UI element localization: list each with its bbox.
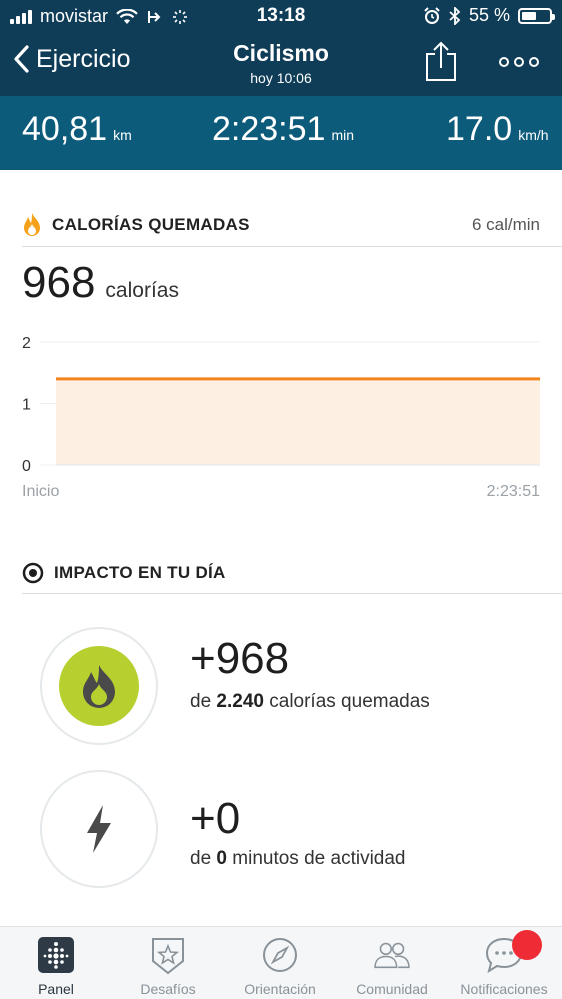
y-tick-label: 1 [22, 397, 31, 414]
flame-icon [83, 665, 115, 708]
duration-value: 2:23:51 [212, 110, 326, 148]
alarm-icon [424, 6, 440, 24]
minutes-impact-value: +0 [190, 794, 241, 843]
tab-desafios[interactable]: Desafíos [112, 935, 224, 997]
flame-icon [24, 213, 40, 236]
tab-label: Panel [38, 981, 74, 997]
tab-comunidad[interactable]: Comunidad [336, 935, 448, 997]
speed-stat: 17.0 km/h [446, 110, 549, 149]
divider [22, 593, 562, 594]
x-tick-label: Inicio [22, 483, 59, 500]
calories-section-header: CALORÍAS QUEMADAS 6 cal/min [22, 212, 540, 238]
y-tick-label: 2 [22, 335, 31, 352]
minutes-impact-icon-bg [59, 789, 139, 869]
share-icon [426, 41, 456, 81]
tab-panel[interactable]: Panel [0, 935, 112, 997]
series-area [56, 378, 540, 465]
minutes-impact-rest: minutos de actividad [232, 848, 406, 869]
nav-bar: Ejercicio Ciclismo hoy 10:06 [0, 32, 562, 96]
notification-badge [512, 930, 542, 960]
compass-icon [260, 935, 300, 975]
impact-section-header: IMPACTO EN TU DÍA [22, 562, 540, 584]
more-options-button[interactable] [496, 50, 542, 74]
tab-label: Desafíos [140, 981, 196, 997]
speed-value: 17.0 [446, 110, 513, 148]
calories-impact-value: +968 [190, 634, 290, 683]
impact-title-text: IMPACTO EN TU DÍA [54, 563, 226, 582]
battery-percent: 55 % [468, 5, 510, 25]
bluetooth-icon [449, 6, 461, 25]
tab-orientacion[interactable]: Orientación [224, 935, 336, 997]
speed-unit: km/h [518, 127, 549, 143]
challenges-star-icon [148, 935, 188, 975]
target-icon [22, 562, 44, 584]
calories-total-value: 968 [22, 258, 96, 307]
minutes-impact-goal: 0 [216, 848, 227, 869]
share-button[interactable] [424, 40, 458, 82]
calories-rate: 6 cal/min [471, 215, 540, 234]
community-icon [372, 935, 412, 975]
tab-label: Comunidad [356, 981, 428, 997]
minutes-impact-prefix: de [190, 848, 212, 869]
divider [22, 246, 562, 247]
calories-impact-prefix: de [190, 691, 212, 712]
minutes-impact-badge [40, 770, 158, 888]
calories-total: 968 calorías [22, 258, 179, 308]
more-dots-icon [499, 57, 539, 67]
y-tick-label: 0 [22, 458, 31, 475]
page-title: Ciclismo [233, 40, 329, 66]
bottom-tab-bar: Panel Desafíos Orientación Comunidad Not… [0, 926, 562, 999]
calories-section-title: CALORÍAS QUEMADAS [22, 212, 250, 238]
tab-label: Orientación [244, 981, 316, 997]
distance-value: 40,81 [22, 110, 108, 148]
lightning-bolt-icon [87, 805, 111, 853]
calories-title-text: CALORÍAS QUEMADAS [52, 215, 250, 234]
calories-impact-icon-bg [59, 646, 139, 726]
calories-impact-rest: calorías quemadas [269, 691, 430, 712]
calories-chart: 0 1 2 Inicio 2:23:51 [22, 335, 540, 500]
calories-impact-goal: 2.240 [216, 691, 264, 712]
status-bar: movistar 13:18 55 % [0, 0, 562, 32]
calories-impact-text: de 2.240 calorías quemadas [190, 689, 520, 715]
duration-stat: 2:23:51 min [212, 110, 354, 149]
tab-notificaciones[interactable]: Notificaciones [448, 935, 560, 997]
battery-icon [518, 7, 555, 24]
tab-label: Notificaciones [460, 981, 548, 997]
calories-impact-badge [40, 627, 158, 745]
impact-section-title: IMPACTO EN TU DÍA [22, 562, 226, 584]
status-right: 55 % [423, 5, 555, 26]
page-subtitle: hoy 10:06 [250, 70, 312, 86]
exercise-stats-bar: 40,81 km 2:23:51 min 17.0 km/h [0, 96, 562, 170]
calories-total-unit: calorías [105, 279, 179, 302]
minutes-impact-text: de 0 minutos de actividad [190, 846, 520, 872]
dashboard-icon [36, 935, 76, 975]
distance-unit: km [113, 127, 132, 143]
x-tick-label: 2:23:51 [487, 483, 540, 500]
duration-unit: min [331, 127, 355, 143]
app-header: movistar 13:18 55 % Ejercicio Ciclismo h… [0, 0, 562, 96]
distance-stat: 40,81 km [22, 110, 132, 149]
